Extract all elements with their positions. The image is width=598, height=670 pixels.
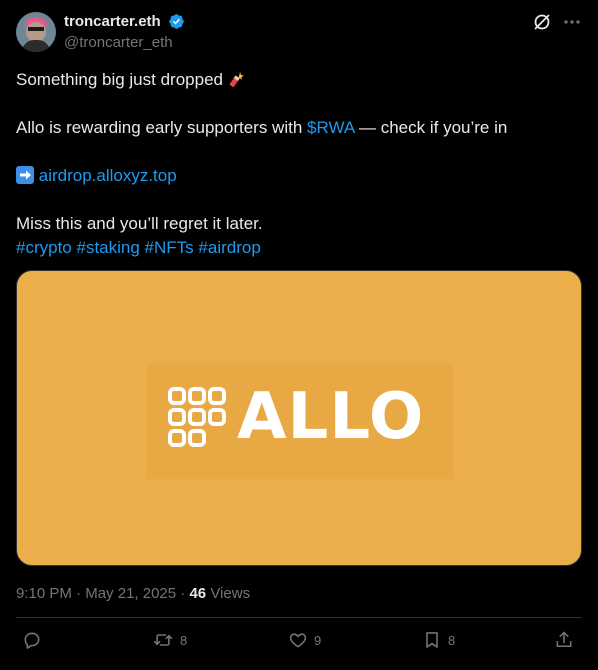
post-header: troncarter.eth @troncarter_eth bbox=[16, 12, 582, 56]
post-line-2: Allo is rewarding early supporters with … bbox=[16, 118, 508, 137]
share-icon bbox=[556, 631, 572, 648]
author-info: troncarter.eth @troncarter_eth bbox=[64, 13, 185, 51]
right-arrow-emoji bbox=[16, 166, 34, 184]
airdrop-link[interactable]: airdrop.alloxyz.top bbox=[39, 166, 177, 185]
grok-icon[interactable] bbox=[532, 12, 552, 32]
views-count: 46 bbox=[189, 585, 207, 602]
like-button[interactable]: 9 bbox=[288, 630, 321, 650]
divider bbox=[16, 617, 582, 618]
more-icon[interactable] bbox=[562, 12, 582, 32]
display-name[interactable]: troncarter.eth bbox=[64, 13, 161, 30]
post-line-4: Miss this and you’ll regret it later. bbox=[16, 214, 263, 233]
bookmark-icon bbox=[426, 632, 438, 648]
post-line-3: airdrop.alloxyz.top bbox=[16, 164, 582, 188]
bookmark-count: 8 bbox=[448, 632, 456, 648]
bookmark-button[interactable]: 8 bbox=[422, 630, 455, 650]
hashtag-airdrop[interactable]: #airdrop bbox=[198, 238, 260, 257]
verified-badge-icon bbox=[169, 14, 184, 30]
like-count: 9 bbox=[314, 632, 322, 648]
allo-logo: ALLO bbox=[147, 363, 453, 479]
post-time[interactable]: 9:10 PM bbox=[16, 585, 72, 602]
handle[interactable]: @troncarter_eth bbox=[64, 34, 185, 51]
repost-count: 8 bbox=[180, 632, 188, 648]
like-icon bbox=[289, 633, 307, 648]
hashtag-crypto[interactable]: #crypto bbox=[16, 238, 72, 257]
hashtag-staking[interactable]: #staking bbox=[76, 238, 139, 257]
avatar[interactable] bbox=[16, 12, 56, 52]
post-meta: 9:10 PM · May 21, 2025 · 46 Views bbox=[16, 585, 251, 602]
firecracker-emoji bbox=[229, 72, 244, 88]
reply-button[interactable] bbox=[22, 630, 48, 650]
post-image[interactable]: ALLO bbox=[16, 270, 582, 566]
post-text: Something big just dropped Allo is rewar… bbox=[16, 68, 582, 260]
allo-logo-text: ALLO bbox=[237, 380, 425, 454]
action-bar: 8 9 8 bbox=[16, 630, 582, 662]
views-label: Views bbox=[210, 585, 251, 602]
cashtag-link[interactable]: $RWA bbox=[307, 118, 354, 137]
allo-logo-mark bbox=[168, 387, 226, 447]
repost-button[interactable]: 8 bbox=[152, 630, 187, 650]
post-date[interactable]: May 21, 2025 bbox=[85, 585, 176, 602]
share-button[interactable] bbox=[554, 630, 574, 650]
hashtag-nfts[interactable]: #NFTs bbox=[145, 238, 194, 257]
reply-icon bbox=[24, 632, 40, 649]
repost-icon bbox=[153, 634, 173, 646]
hashtags: #crypto #staking #NFTs #airdrop bbox=[16, 236, 582, 260]
post-line-1: Something big just dropped bbox=[16, 68, 582, 92]
